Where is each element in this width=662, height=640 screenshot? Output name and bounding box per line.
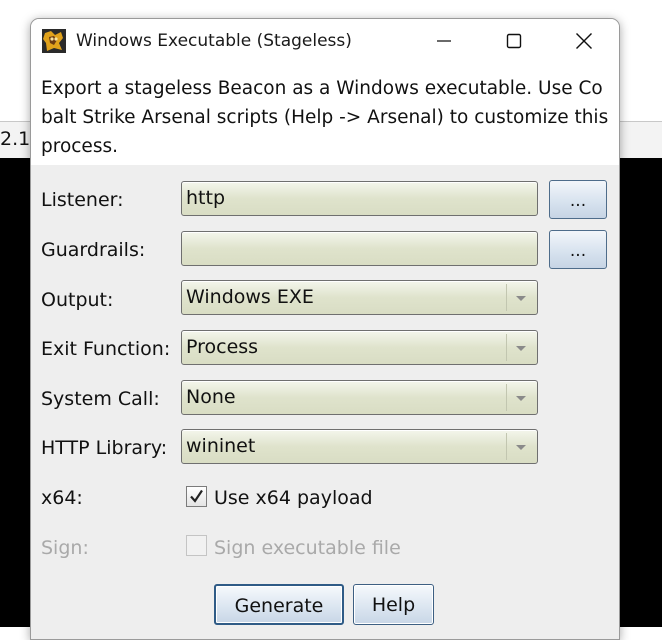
title-bar[interactable]: Windows Executable (Stageless) — [31, 19, 619, 63]
output-value: Windows EXE — [186, 286, 314, 308]
generate-button[interactable]: Generate — [214, 584, 344, 625]
x64-label: x64: — [41, 487, 83, 509]
http-library-dropdown[interactable]: wininet — [181, 429, 538, 464]
chevron-down-icon — [516, 395, 526, 401]
output-dropdown[interactable]: Windows EXE — [181, 280, 538, 315]
windows-executable-dialog: Windows Executable (Stageless) Export a … — [30, 18, 620, 640]
minimize-icon — [437, 40, 451, 42]
system-call-dropdown[interactable]: None — [181, 380, 538, 415]
listener-label: Listener: — [41, 189, 124, 211]
system-call-dropdown-arrow[interactable] — [506, 384, 535, 411]
x64-checkbox-label[interactable]: Use x64 payload — [214, 487, 373, 509]
sign-label: Sign: — [41, 537, 89, 559]
sign-checkbox[interactable] — [186, 535, 207, 556]
system-call-label: System Call: — [41, 388, 160, 410]
guardrails-browse-button[interactable]: ... — [549, 230, 607, 269]
dialog-title: Windows Executable (Stageless) — [76, 31, 352, 51]
system-call-value: None — [186, 386, 236, 408]
maximize-button[interactable] — [479, 19, 549, 63]
chevron-down-icon — [516, 345, 526, 351]
sign-checkbox-label[interactable]: Sign executable file — [214, 537, 401, 559]
guardrails-field[interactable] — [181, 231, 538, 266]
listener-value: http — [186, 187, 226, 209]
chevron-down-icon — [516, 444, 526, 450]
description-panel: Export a stageless Beacon as a Windows e… — [31, 63, 619, 165]
chevron-down-icon — [516, 295, 526, 301]
output-dropdown-arrow[interactable] — [506, 284, 535, 311]
exit-function-label: Exit Function: — [41, 338, 171, 360]
maximize-icon — [506, 33, 522, 49]
listener-field[interactable]: http — [181, 181, 538, 216]
close-icon — [576, 33, 592, 49]
help-button[interactable]: Help — [353, 584, 434, 625]
http-library-label: HTTP Library: — [41, 437, 168, 459]
output-label: Output: — [41, 289, 114, 311]
exit-function-dropdown-arrow[interactable] — [506, 334, 535, 361]
exit-function-dropdown[interactable]: Process — [181, 330, 538, 365]
exit-function-value: Process — [186, 336, 259, 358]
minimize-button[interactable] — [409, 19, 479, 63]
guardrails-label: Guardrails: — [41, 239, 146, 261]
listener-browse-button[interactable]: ... — [549, 180, 607, 219]
checkmark-icon — [190, 489, 203, 503]
description-text: Export a stageless Beacon as a Windows e… — [41, 78, 609, 157]
x64-checkbox[interactable] — [186, 486, 207, 507]
close-button[interactable] — [549, 19, 619, 63]
http-library-dropdown-arrow[interactable] — [506, 433, 535, 460]
cobalt-strike-app-icon — [42, 29, 66, 53]
http-library-value: wininet — [186, 435, 256, 457]
